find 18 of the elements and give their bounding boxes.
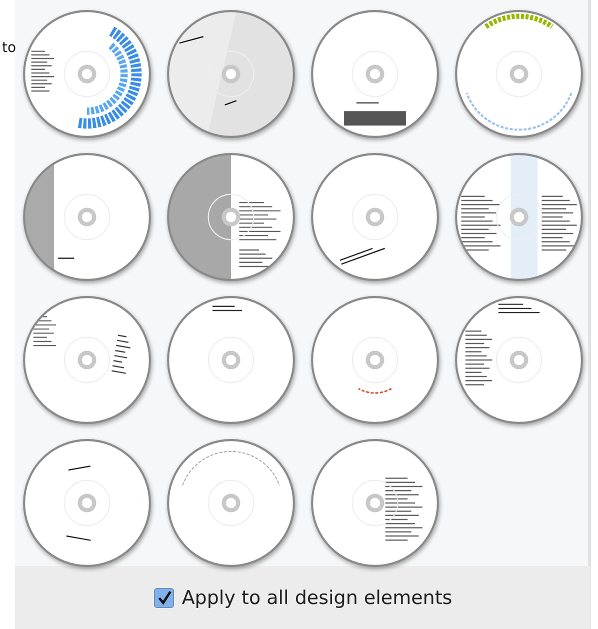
cd-layout-thumbnail[interactable] [453, 151, 585, 283]
apply-checkbox[interactable]: Apply to all design elements [154, 586, 452, 608]
cd-layout-thumbnail[interactable] [21, 294, 153, 426]
cd-layout-thumbnail[interactable] [309, 151, 441, 283]
cd-layout-thumbnail[interactable] [165, 8, 297, 140]
cd-layout-thumbnail[interactable] [453, 294, 585, 426]
cd-layout-thumbnail[interactable] [21, 8, 153, 140]
cd-layout-thumbnail[interactable] [165, 294, 297, 426]
cd-layout-thumbnail[interactable] [165, 151, 297, 283]
cd-layout-thumbnail[interactable] [21, 437, 153, 569]
checkmark-icon [156, 590, 172, 606]
cd-layout-thumbnail[interactable] [21, 151, 153, 283]
cd-layout-thumbnail[interactable] [309, 437, 441, 569]
cd-layout-thumbnail[interactable] [165, 437, 297, 569]
cd-layout-thumbnail[interactable] [453, 8, 585, 140]
cd-layout-thumbnail[interactable] [309, 294, 441, 426]
cd-layout-thumbnail[interactable] [309, 8, 441, 140]
side-label: to [2, 40, 16, 56]
